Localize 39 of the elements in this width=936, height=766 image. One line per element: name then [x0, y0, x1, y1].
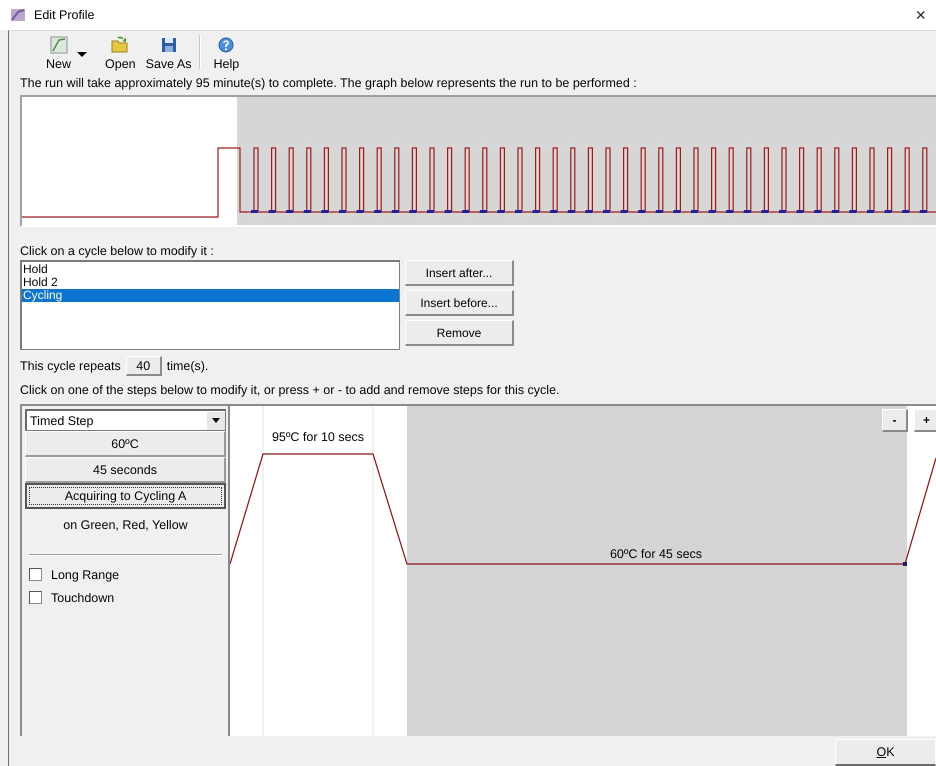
- save-icon: [160, 36, 178, 54]
- app-icon: [10, 7, 26, 23]
- close-button[interactable]: ×: [915, 6, 926, 24]
- caret-icon[interactable]: [77, 52, 88, 57]
- step-label: 95ºC for 10 secs: [272, 430, 364, 444]
- checkbox[interactable]: [29, 591, 42, 604]
- checkbox-label: Touchdown: [51, 590, 114, 604]
- cycle-button[interactable]: Insert after...: [405, 260, 514, 286]
- repeat-count-field[interactable]: 40: [126, 356, 162, 376]
- folder-icon: [111, 36, 130, 54]
- toolbar-button[interactable]: New: [42, 36, 100, 71]
- cycle-prompt: Click on a cycle below to modify it :: [20, 244, 215, 258]
- cycle-item[interactable]: Cycling: [22, 289, 399, 302]
- toolbar-button[interactable]: Help: [209, 36, 244, 71]
- cycle-item[interactable]: Hold: [22, 263, 399, 276]
- cycle-button[interactable]: Insert before...: [405, 290, 514, 316]
- step-prompt: Click on one of the steps below to modify it, or press + or - to add and remove steps for this cycle.: [20, 383, 560, 397]
- ok-button[interactable]: OK: [835, 739, 936, 766]
- duration-button[interactable]: 45 seconds: [25, 457, 226, 483]
- step-point: [903, 562, 907, 566]
- repeat-label: This cycle repeats: [20, 359, 121, 373]
- temperature-button[interactable]: 60ºC: [25, 431, 226, 457]
- step-label: 60ºC for 45 secs: [610, 547, 702, 561]
- channels-label: on Green, Red, Yellow: [62, 517, 189, 534]
- run-summary: The run will take approximately 95 minute(s) to complete. The graph below represents the run to be performed :: [20, 76, 638, 90]
- step-type-dropdown[interactable]: Timed Step: [25, 409, 226, 431]
- cycle-button[interactable]: Remove: [405, 320, 514, 346]
- chart-icon: [50, 36, 68, 54]
- checkbox[interactable]: [29, 568, 42, 581]
- acquiring-button[interactable]: Acquiring to Cycling A: [25, 483, 226, 509]
- step-button[interactable]: +: [914, 409, 936, 432]
- cycle-item[interactable]: Hold 2: [22, 276, 399, 289]
- help-icon: [217, 36, 236, 54]
- toolbar-button[interactable]: Open: [101, 36, 140, 71]
- step-button[interactable]: -: [882, 409, 908, 432]
- checkbox-label: Long Range: [51, 568, 120, 582]
- toolbar-button[interactable]: Save As: [142, 36, 196, 71]
- window-title: Edit Profile: [34, 8, 94, 22]
- repeat-unit: time(s).: [166, 359, 208, 373]
